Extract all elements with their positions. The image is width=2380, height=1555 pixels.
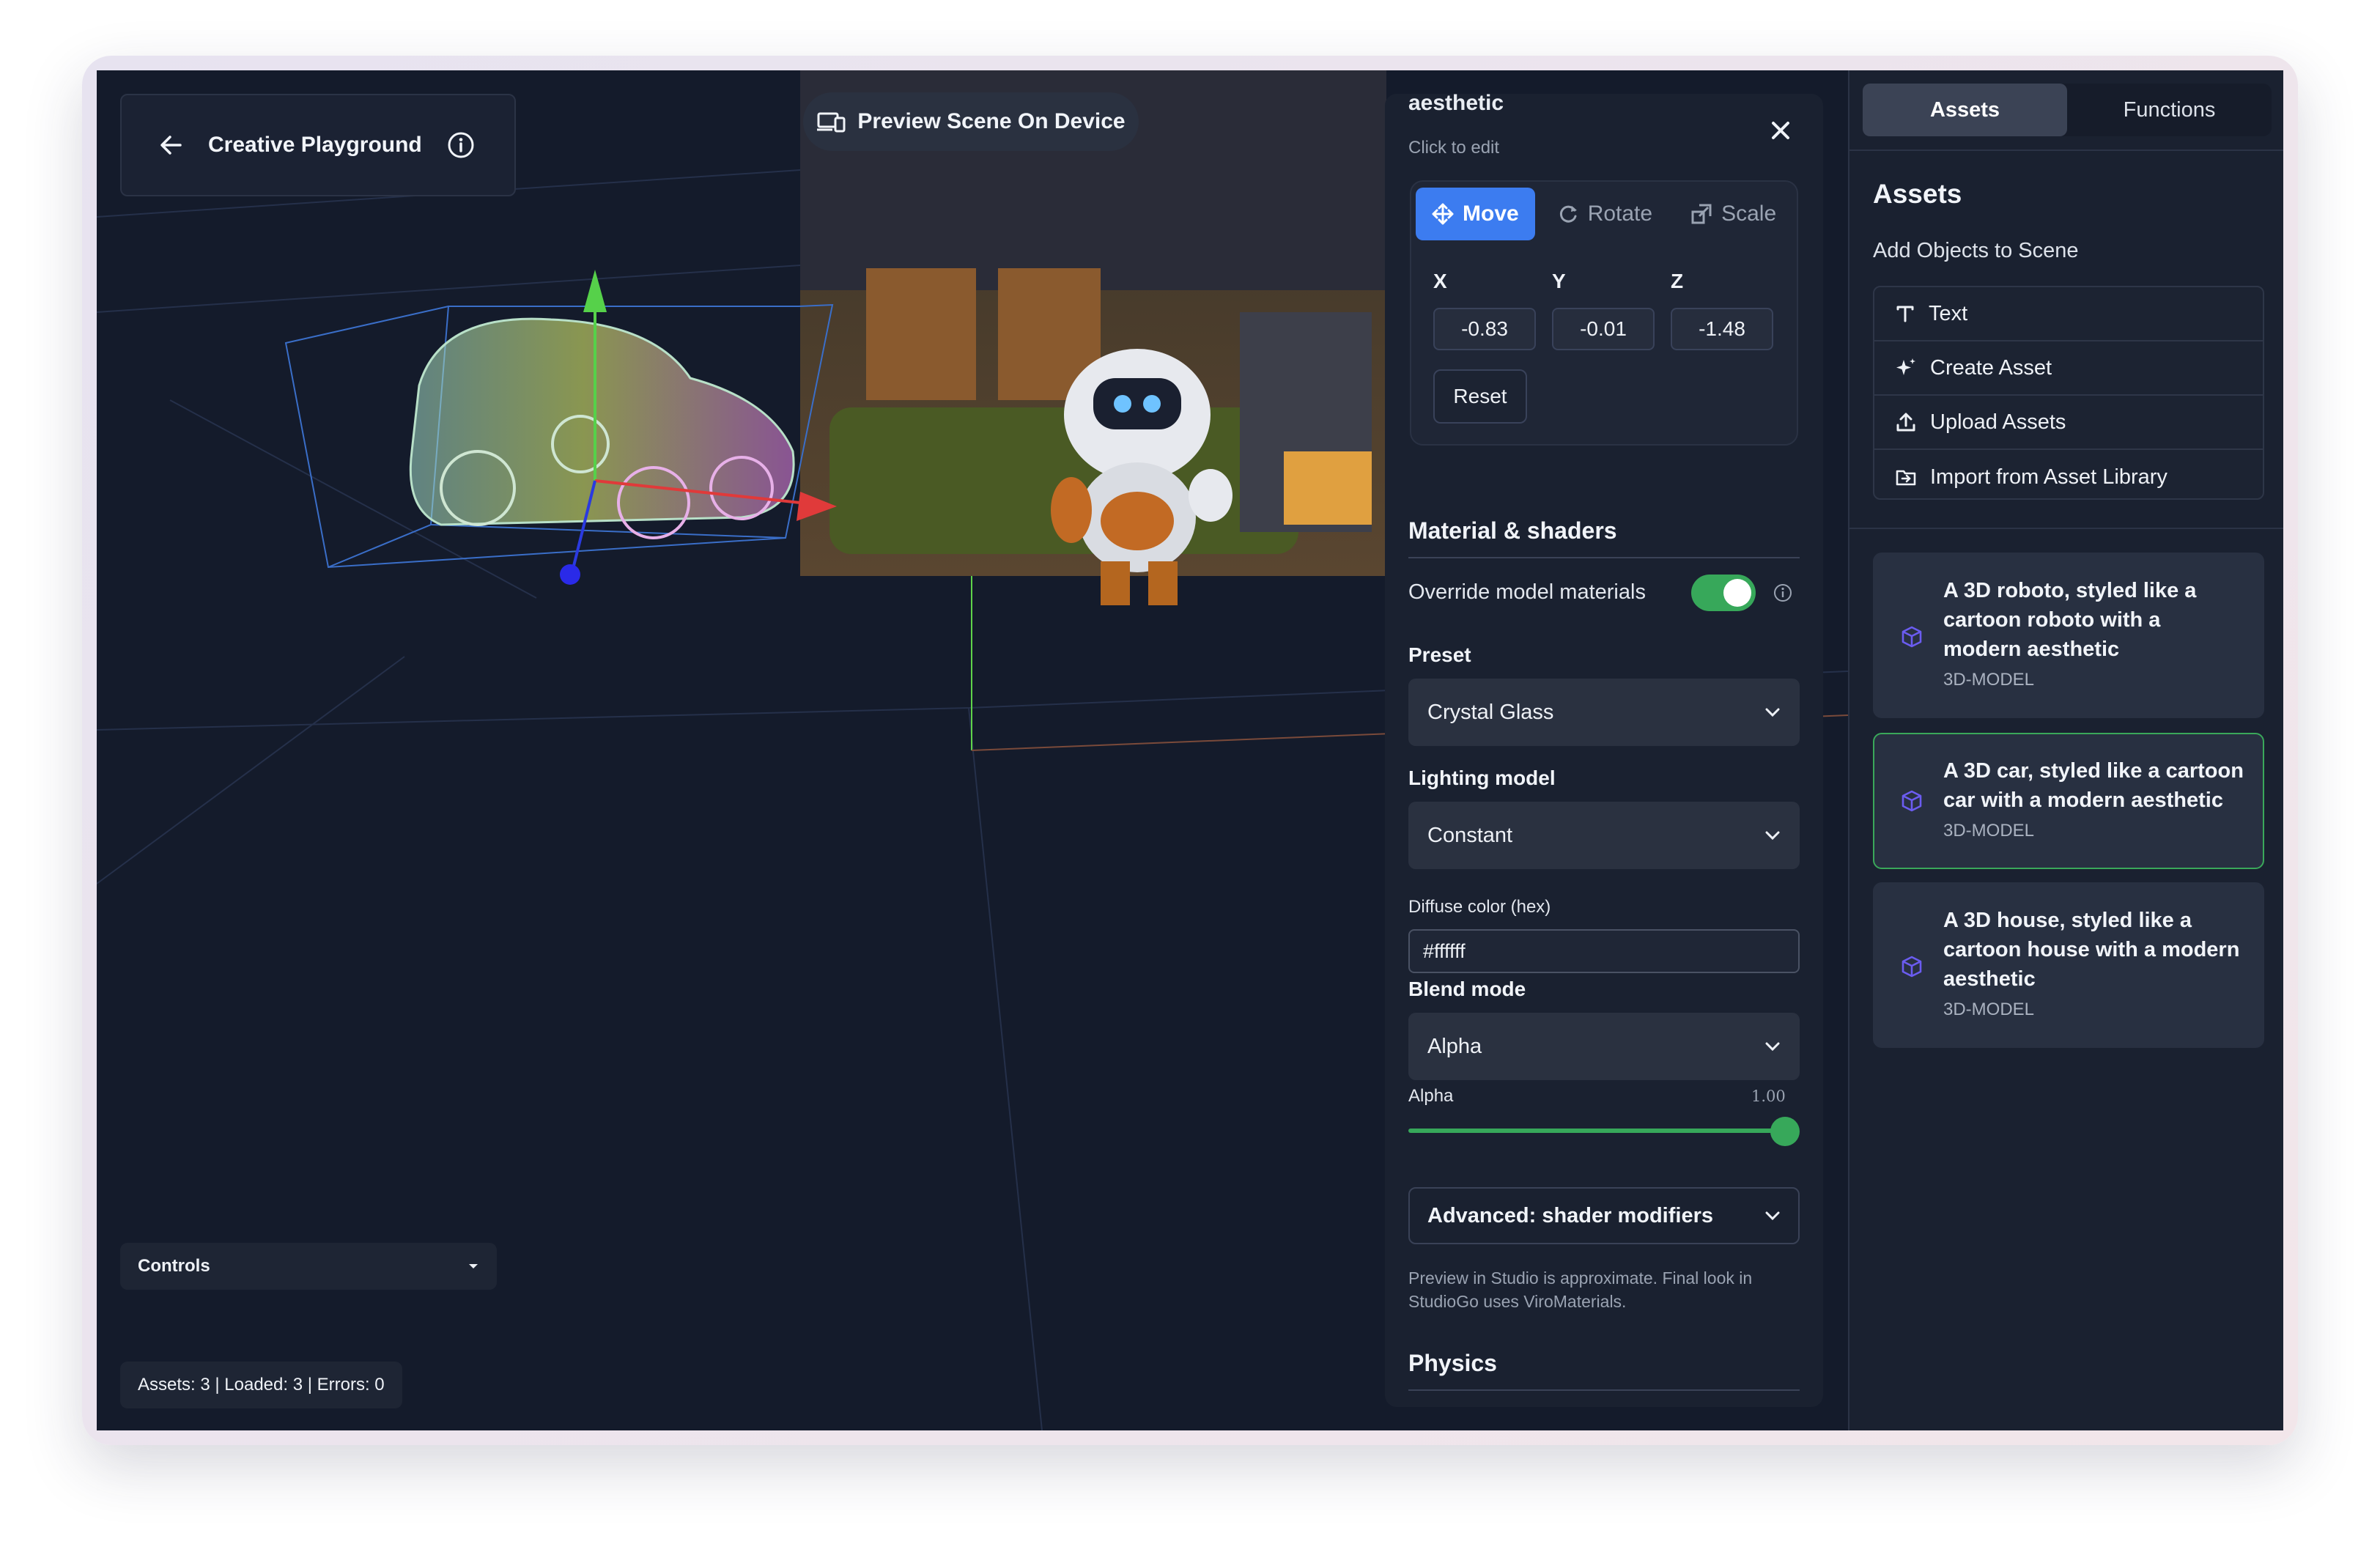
project-header: Creative Playground — [120, 94, 516, 196]
info-icon[interactable] — [1773, 583, 1792, 602]
preset-label: Preset — [1408, 643, 1471, 666]
material-heading: Material & shaders — [1408, 517, 1617, 544]
cube-icon — [1902, 956, 1922, 978]
cube-icon — [1902, 626, 1922, 648]
scale-tool-button[interactable]: Scale — [1674, 188, 1792, 240]
import-asset-library-label: Import from Asset Library — [1930, 465, 2168, 489]
x-axis-label: X — [1433, 270, 1447, 292]
divider — [1408, 557, 1800, 558]
controls-label: Controls — [138, 1256, 210, 1276]
preview-scene-button[interactable]: Preview Scene On Device — [803, 92, 1139, 151]
sparkle-icon — [1896, 358, 1915, 375]
override-materials-toggle[interactable] — [1691, 575, 1756, 611]
asset-name: A 3D roboto, styled like a cartoon robot… — [1943, 579, 2197, 661]
car-model[interactable] — [284, 270, 837, 585]
add-text-item[interactable]: Text — [1874, 287, 2263, 341]
folder-import-icon — [1896, 470, 1916, 486]
asset-name: A 3D car, styled like a cartoon car with… — [1943, 759, 2244, 812]
assets-sidebar: Assets Functions Assets Add Objects to S… — [1848, 70, 2283, 1430]
add-objects-list: Text Create Asset Upload Assets Import f… — [1873, 286, 2264, 500]
asset-type: 3D-MODEL — [1943, 1000, 2035, 1019]
controls-dropdown[interactable]: Controls — [120, 1243, 497, 1290]
studio-app: Creative Playground Preview Scene On Dev… — [97, 70, 2283, 1430]
rotate-tool-label: Rotate — [1587, 202, 1653, 226]
alpha-value: 1.00 — [1751, 1087, 1786, 1105]
transform-tools: Move Rotate Scale — [1416, 188, 1792, 240]
upload-icon — [1896, 413, 1915, 432]
info-icon[interactable] — [447, 131, 475, 159]
text-icon — [1896, 306, 1914, 322]
diffuse-color-input[interactable]: #ffffff — [1408, 929, 1800, 973]
alpha-label: Alpha — [1408, 1086, 1454, 1106]
transform-card: Move Rotate Scale X Y Z -0.83 -0.01 -1.4… — [1410, 180, 1798, 446]
cube-icon — [1902, 790, 1922, 812]
move-tool-label: Move — [1463, 202, 1519, 226]
chevron-down-icon — [1765, 1211, 1780, 1221]
close-icon[interactable] — [1766, 116, 1795, 145]
scale-tool-label: Scale — [1721, 202, 1777, 226]
divider — [1849, 528, 2283, 529]
lighting-model-select[interactable]: Constant — [1408, 802, 1800, 869]
asset-card-robot[interactable]: A 3D roboto, styled like a cartoon robot… — [1873, 553, 2264, 718]
reset-button[interactable]: Reset — [1433, 369, 1527, 424]
preview-scene-label: Preview Scene On Device — [857, 109, 1126, 133]
advanced-shader-label: Advanced: shader modifiers — [1427, 1203, 1713, 1227]
toggle-knob — [1723, 579, 1751, 607]
blend-mode-value: Alpha — [1427, 1034, 1482, 1058]
blend-mode-label: Blend mode — [1408, 978, 1526, 1000]
upload-assets-item[interactable]: Upload Assets — [1874, 396, 2263, 450]
add-objects-subheading: Add Objects to Scene — [1873, 239, 2079, 262]
tab-functions[interactable]: Functions — [2067, 84, 2272, 136]
object-title[interactable]: aesthetic — [1408, 94, 1504, 116]
create-asset-item[interactable]: Create Asset — [1874, 341, 2263, 396]
move-tool-button[interactable]: Move — [1416, 188, 1535, 240]
caret-down-icon — [469, 1264, 478, 1268]
lighting-model-label: Lighting model — [1408, 767, 1556, 789]
chevron-down-icon — [1765, 831, 1780, 841]
y-position-input[interactable]: -0.01 — [1552, 308, 1655, 350]
lighting-model-value: Constant — [1427, 823, 1513, 847]
chevron-down-icon — [1765, 1042, 1780, 1052]
physics-heading: Physics — [1408, 1350, 1497, 1376]
preset-value: Crystal Glass — [1427, 700, 1554, 724]
z-axis-label: Z — [1671, 270, 1684, 292]
asset-card-house[interactable]: A 3D house, styled like a cartoon house … — [1873, 882, 2264, 1048]
upload-assets-label: Upload Assets — [1930, 410, 2066, 434]
move-icon — [1432, 203, 1454, 225]
properties-panel: aesthetic Click to edit Move Rotate Scal… — [1385, 94, 1823, 1407]
click-to-edit-hint: Click to edit — [1408, 138, 1500, 158]
import-asset-library-item[interactable]: Import from Asset Library — [1874, 450, 2263, 498]
divider — [1849, 149, 2283, 151]
alpha-slider-track[interactable] — [1408, 1129, 1785, 1133]
asset-type: 3D-MODEL — [1943, 821, 2035, 841]
scene-viewport[interactable]: Creative Playground Preview Scene On Dev… — [97, 70, 1848, 1430]
chevron-down-icon — [1765, 708, 1780, 717]
create-asset-label: Create Asset — [1930, 355, 2052, 380]
devices-icon — [817, 112, 846, 133]
back-arrow-icon[interactable] — [158, 133, 183, 158]
divider — [1408, 1389, 1800, 1391]
asset-type: 3D-MODEL — [1943, 670, 2035, 690]
tab-assets[interactable]: Assets — [1863, 84, 2067, 136]
add-text-label: Text — [1929, 301, 1968, 325]
override-materials-label: Override model materials — [1408, 580, 1646, 604]
rotate-tool-button[interactable]: Rotate — [1541, 188, 1668, 240]
blend-mode-select[interactable]: Alpha — [1408, 1013, 1800, 1080]
preview-note: Preview in Studio is approximate. Final … — [1408, 1268, 1753, 1311]
x-position-input[interactable]: -0.83 — [1433, 308, 1536, 350]
preset-select[interactable]: Crystal Glass — [1408, 679, 1800, 746]
project-title: Creative Playground — [208, 133, 422, 157]
scale-icon — [1691, 204, 1712, 224]
z-position-input[interactable]: -1.48 — [1671, 308, 1773, 350]
asset-name: A 3D house, styled like a cartoon house … — [1943, 909, 2240, 991]
y-axis-label: Y — [1552, 270, 1566, 292]
advanced-shader-toggle[interactable]: Advanced: shader modifiers — [1408, 1187, 1800, 1244]
rotate-icon — [1559, 205, 1577, 223]
sidebar-tabs: Assets Functions — [1863, 84, 2272, 136]
alpha-slider-handle[interactable] — [1770, 1117, 1800, 1146]
asset-card-car[interactable]: A 3D car, styled like a cartoon car with… — [1873, 733, 2264, 869]
asset-status: Assets: 3 | Loaded: 3 | Errors: 0 — [120, 1362, 402, 1408]
assets-heading: Assets — [1873, 179, 1962, 209]
diffuse-color-label: Diffuse color (hex) — [1408, 897, 1551, 917]
